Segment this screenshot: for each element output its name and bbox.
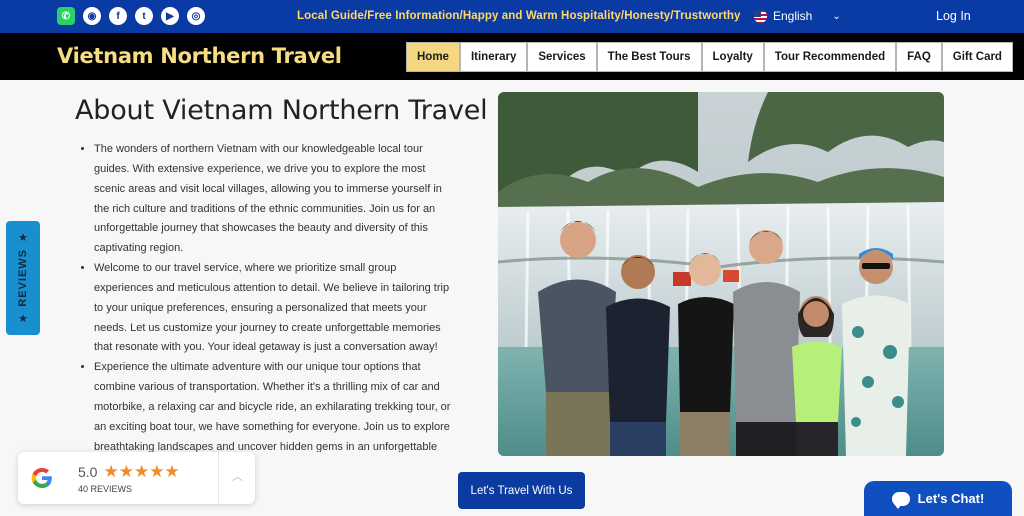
google-reviews-widget[interactable]: 5.0 ★★★★★ 40 REVIEWS ︿ — [18, 452, 255, 504]
rating-stars: ★★★★★ — [103, 462, 180, 481]
twitter-icon[interactable]: t — [135, 7, 153, 25]
google-score: 5.0 ★★★★★ — [78, 462, 180, 482]
page-title: About Vietnam Northern Travel — [75, 95, 488, 126]
group-photo-waterfall — [498, 92, 944, 456]
social-links: ✆ ◉ f t ▶ ◎ — [57, 7, 205, 25]
list-item: The wonders of northern Vietnam with our… — [94, 140, 454, 259]
site-header: Vietnam Northern Travel Home Itinerary S… — [0, 33, 1024, 80]
list-item: Experience the ultimate adventure with o… — [94, 358, 454, 452]
chat-label: Let's Chat! — [917, 491, 985, 506]
youtube-icon[interactable]: ▶ — [161, 7, 179, 25]
google-icon — [31, 468, 52, 488]
chevron-down-icon: ⌄ — [832, 10, 841, 22]
chat-button[interactable]: Let's Chat! — [864, 481, 1012, 516]
star-icon: ★ — [18, 232, 28, 244]
tripadvisor-icon[interactable]: ◉ — [83, 7, 101, 25]
nav-faq[interactable]: FAQ — [896, 42, 942, 72]
tagline: Local Guide/Free Information/Happy and W… — [297, 10, 741, 22]
nav-tour-recommended[interactable]: Tour Recommended — [763, 42, 897, 72]
nav-loyalty[interactable]: Loyalty — [701, 42, 764, 72]
top-bar: ✆ ◉ f t ▶ ◎ Local Guide/Free Information… — [0, 0, 1024, 33]
nav-gift-card[interactable]: Gift Card — [941, 42, 1013, 72]
facebook-icon[interactable]: f — [109, 7, 127, 25]
nav-itinerary[interactable]: Itinerary — [459, 42, 528, 72]
instagram-icon[interactable]: ◎ — [187, 7, 205, 25]
travel-with-us-button[interactable]: Let's Travel With Us — [458, 472, 585, 509]
about-list: The wonders of northern Vietnam with our… — [78, 140, 454, 452]
rating-value: 5.0 — [78, 464, 98, 480]
star-icon: ★ — [18, 312, 28, 325]
us-flag-icon — [754, 9, 767, 23]
about-content: The wonders of northern Vietnam with our… — [78, 140, 454, 452]
language-label: English — [773, 9, 813, 23]
whatsapp-icon[interactable]: ✆ — [57, 7, 75, 25]
main-nav: Home Itinerary Services The Best Tours L… — [406, 42, 1013, 72]
reviews-tab-label: REVIEWS — [17, 249, 29, 307]
divider — [218, 452, 219, 504]
chat-bubble-icon — [891, 491, 910, 509]
reviews-side-tab[interactable]: ★ REVIEWS ★ — [6, 221, 40, 335]
language-selector[interactable]: English ⌄ — [754, 9, 841, 23]
nav-home[interactable]: Home — [406, 42, 460, 72]
list-item: Welcome to our travel service, where we … — [94, 259, 454, 358]
nav-services[interactable]: Services — [527, 42, 597, 72]
chevron-up-icon[interactable]: ︿ — [232, 468, 243, 484]
review-count: 40 REVIEWS — [78, 484, 133, 494]
nav-best-tours[interactable]: The Best Tours — [596, 42, 702, 72]
brand-logo[interactable]: Vietnam Northern Travel — [57, 44, 342, 68]
login-link[interactable]: Log In — [936, 9, 971, 23]
